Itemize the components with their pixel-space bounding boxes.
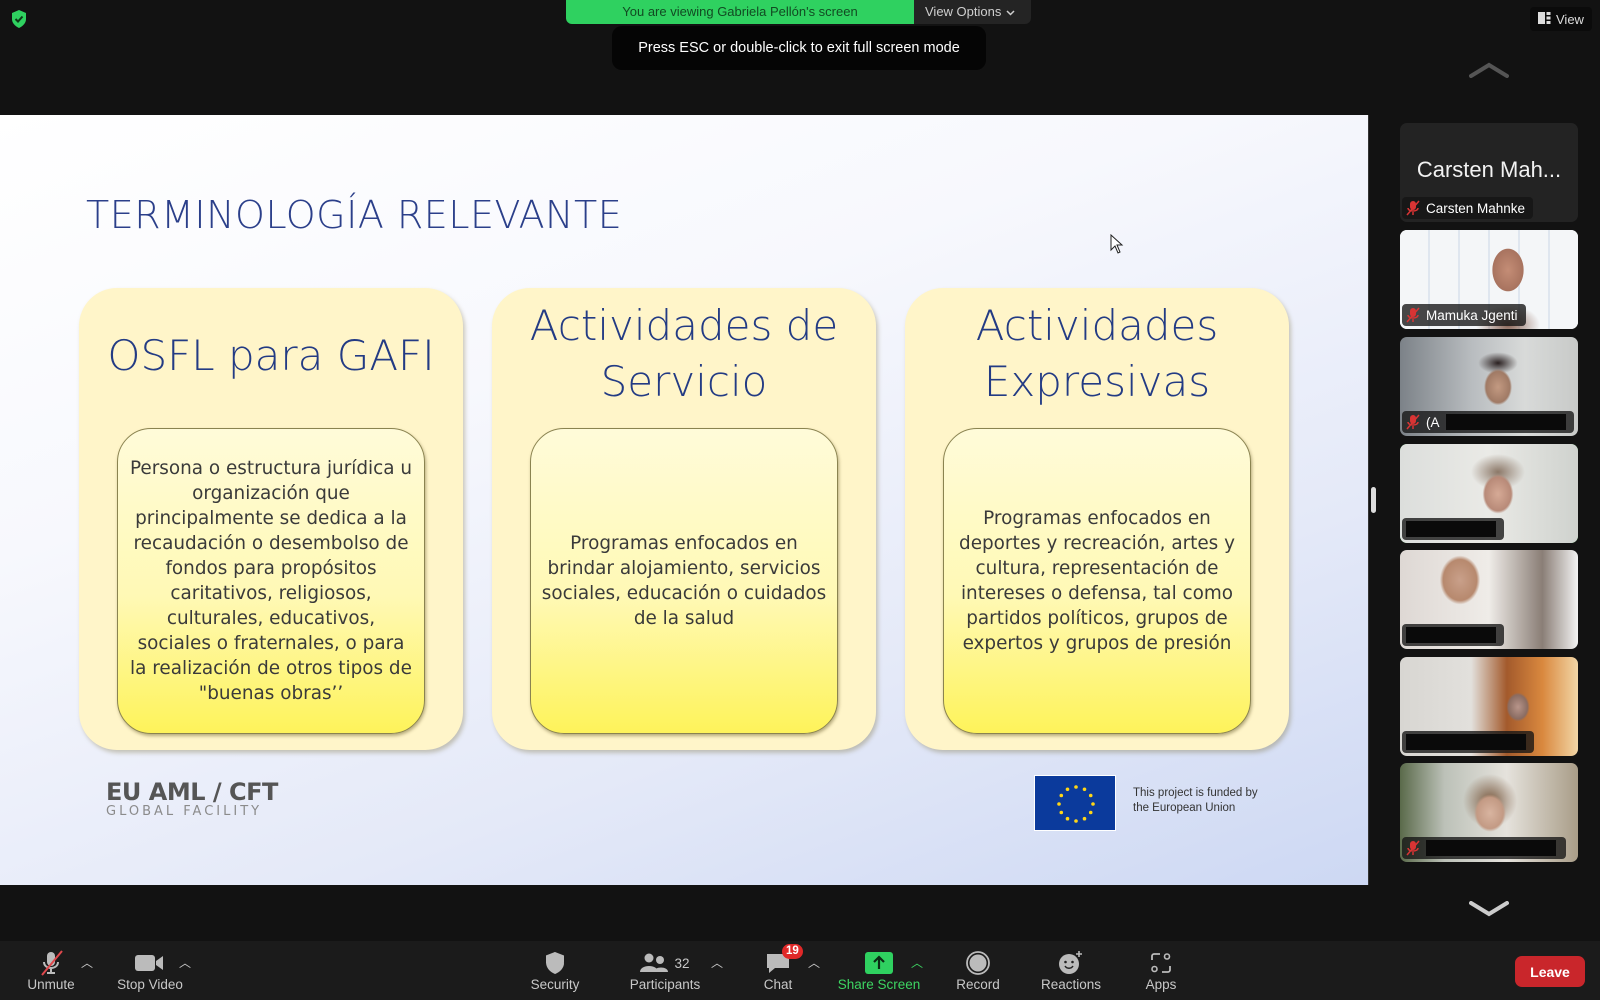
muted-mic-icon — [1406, 840, 1420, 856]
leave-meeting-button[interactable]: Leave — [1515, 956, 1585, 987]
eu-star — [1091, 802, 1095, 806]
layout-icon — [1538, 11, 1551, 27]
participant-name-label — [1402, 837, 1566, 859]
redacted-name — [1406, 627, 1496, 643]
view-options-button[interactable]: View Options — [914, 0, 1032, 24]
card-heading: OSFL para GAFI — [107, 331, 435, 380]
chat-options-caret[interactable]: ︿ — [808, 954, 820, 971]
term-card-osfl: OSFL para GAFI Persona o estructura jurí… — [79, 288, 463, 750]
card-definition-box: Persona o estructura jurídica u organiza… — [117, 428, 425, 734]
share-screen-options-caret[interactable]: ︿ — [911, 954, 923, 971]
muted-mic-icon — [38, 949, 64, 977]
eu-star — [1057, 802, 1061, 806]
panel-resize-handle[interactable] — [1371, 487, 1376, 513]
participant-tile[interactable] — [1400, 657, 1578, 756]
chat-unread-badge: 19 — [782, 944, 803, 959]
fullscreen-toast: Press ESC or double-click to exit full s… — [612, 26, 986, 70]
security-button[interactable]: Security — [526, 941, 584, 1000]
eu-star — [1074, 785, 1078, 789]
reactions-button[interactable]: Reactions — [1040, 941, 1102, 1000]
eu-aml-cft-logo: EU AML / CFT GLOBAL FACILITY — [106, 778, 278, 819]
muted-mic-icon — [1406, 307, 1420, 323]
card-definition-text: Persona o estructura jurídica u organiza… — [129, 458, 413, 704]
eu-star — [1082, 816, 1087, 821]
card-definition-box: Programas enfocados en brindar alojamien… — [530, 428, 838, 734]
chevron-down-icon — [1006, 1, 1015, 23]
chat-button[interactable]: Chat 19 — [758, 941, 803, 1000]
meeting-toolbar: Unmute ︿ Stop Video ︿ Security 32 Partic… — [0, 941, 1600, 1000]
encryption-shield-icon[interactable] — [9, 9, 29, 29]
shared-screen-slide: TERMINOLOGÍA RELEVANTE OSFL para GAFI Pe… — [0, 115, 1369, 885]
slide-title: TERMINOLOGÍA RELEVANTE — [86, 193, 623, 237]
redacted-name — [1406, 521, 1496, 537]
zoom-meeting-window: You are viewing Gabriela Pellón's screen… — [0, 0, 1600, 1000]
participant-tile[interactable] — [1400, 763, 1578, 862]
eu-star — [1065, 787, 1070, 792]
share-screen-arrow-icon — [865, 949, 893, 977]
redacted-name — [1406, 734, 1526, 750]
apps-button[interactable]: Apps — [1143, 941, 1179, 1000]
muted-mic-icon — [1406, 414, 1420, 430]
logo-sub-text: GLOBAL FACILITY — [106, 804, 263, 819]
participant-display-name: Carsten Mah... — [1416, 157, 1562, 182]
redacted-name — [1445, 414, 1566, 430]
muted-mic-icon — [1406, 200, 1420, 216]
participants-options-caret[interactable]: ︿ — [711, 954, 723, 971]
participants-count: 32 — [674, 955, 690, 971]
apps-icon — [1150, 949, 1172, 977]
record-icon — [966, 949, 990, 977]
term-card-service-activities: Actividades de Servicio Programas enfoca… — [492, 288, 876, 750]
video-camera-icon — [135, 949, 165, 977]
participant-tile-active-speaker[interactable] — [1400, 444, 1578, 543]
eu-star — [1088, 810, 1093, 815]
eu-star — [1059, 810, 1064, 815]
record-button[interactable]: Record — [952, 941, 1004, 1000]
eu-star — [1059, 793, 1064, 798]
participant-tile[interactable]: (A — [1400, 337, 1578, 436]
card-definition-box: Programas enfocados en deportes y recrea… — [943, 428, 1251, 734]
participant-tile[interactable] — [1400, 550, 1578, 649]
video-options-caret[interactable]: ︿ — [179, 954, 191, 971]
participant-tile[interactable]: Mamuka Jgenti — [1400, 230, 1578, 329]
card-heading: Actividades Expresivas — [975, 301, 1219, 406]
card-definition-text: Programas enfocados en deportes y recrea… — [959, 508, 1235, 654]
security-shield-icon — [544, 949, 566, 977]
participant-tile[interactable]: Carsten Mah... Carsten Mahnke — [1400, 123, 1578, 222]
term-card-expressive-activities: Actividades Expresivas Programas enfocad… — [905, 288, 1289, 750]
view-label: View — [1556, 11, 1584, 27]
participant-name-label: (A — [1402, 411, 1574, 433]
eu-star — [1088, 793, 1093, 798]
participant-name-label: Carsten Mahnke — [1402, 197, 1534, 219]
stop-video-button[interactable]: Stop Video — [112, 941, 188, 1000]
participant-name-label — [1402, 518, 1504, 540]
view-layout-button[interactable]: View — [1530, 7, 1592, 31]
unmute-button[interactable]: Unmute — [22, 941, 80, 1000]
eu-star — [1065, 816, 1070, 821]
participant-name-label — [1402, 731, 1534, 753]
participant-name-label: Mamuka Jgenti — [1402, 304, 1526, 326]
funding-line-2: the European Union — [1133, 802, 1236, 814]
eu-flag-icon — [1034, 775, 1116, 831]
logo-main-text: EU AML / CFT — [106, 778, 278, 806]
card-heading: Actividades de Servicio — [529, 301, 839, 406]
eu-star — [1082, 787, 1087, 792]
viewing-status-text: You are viewing Gabriela Pellón's screen — [566, 0, 914, 24]
reactions-emoji-icon — [1058, 949, 1084, 977]
funding-notice: This project is funded by the European U… — [1133, 786, 1258, 816]
redacted-name — [1426, 840, 1556, 856]
screen-share-banner: You are viewing Gabriela Pellón's screen… — [566, 0, 1032, 24]
card-definition-text: Programas enfocados en brindar alojamien… — [541, 533, 827, 629]
share-screen-button[interactable]: Share Screen — [835, 941, 923, 1000]
participant-name-label — [1402, 624, 1504, 646]
funding-line-1: This project is funded by — [1133, 787, 1258, 799]
eu-star — [1074, 819, 1078, 823]
gallery-scroll-up-button[interactable] — [1469, 62, 1509, 83]
view-options-label: View Options — [925, 4, 1002, 19]
participants-button[interactable]: 32 Participants — [625, 941, 705, 1000]
gallery-scroll-down-button[interactable] — [1469, 901, 1509, 922]
mouse-cursor-icon — [1110, 233, 1124, 259]
audio-options-caret[interactable]: ︿ — [81, 954, 93, 971]
participants-icon — [640, 953, 669, 972]
